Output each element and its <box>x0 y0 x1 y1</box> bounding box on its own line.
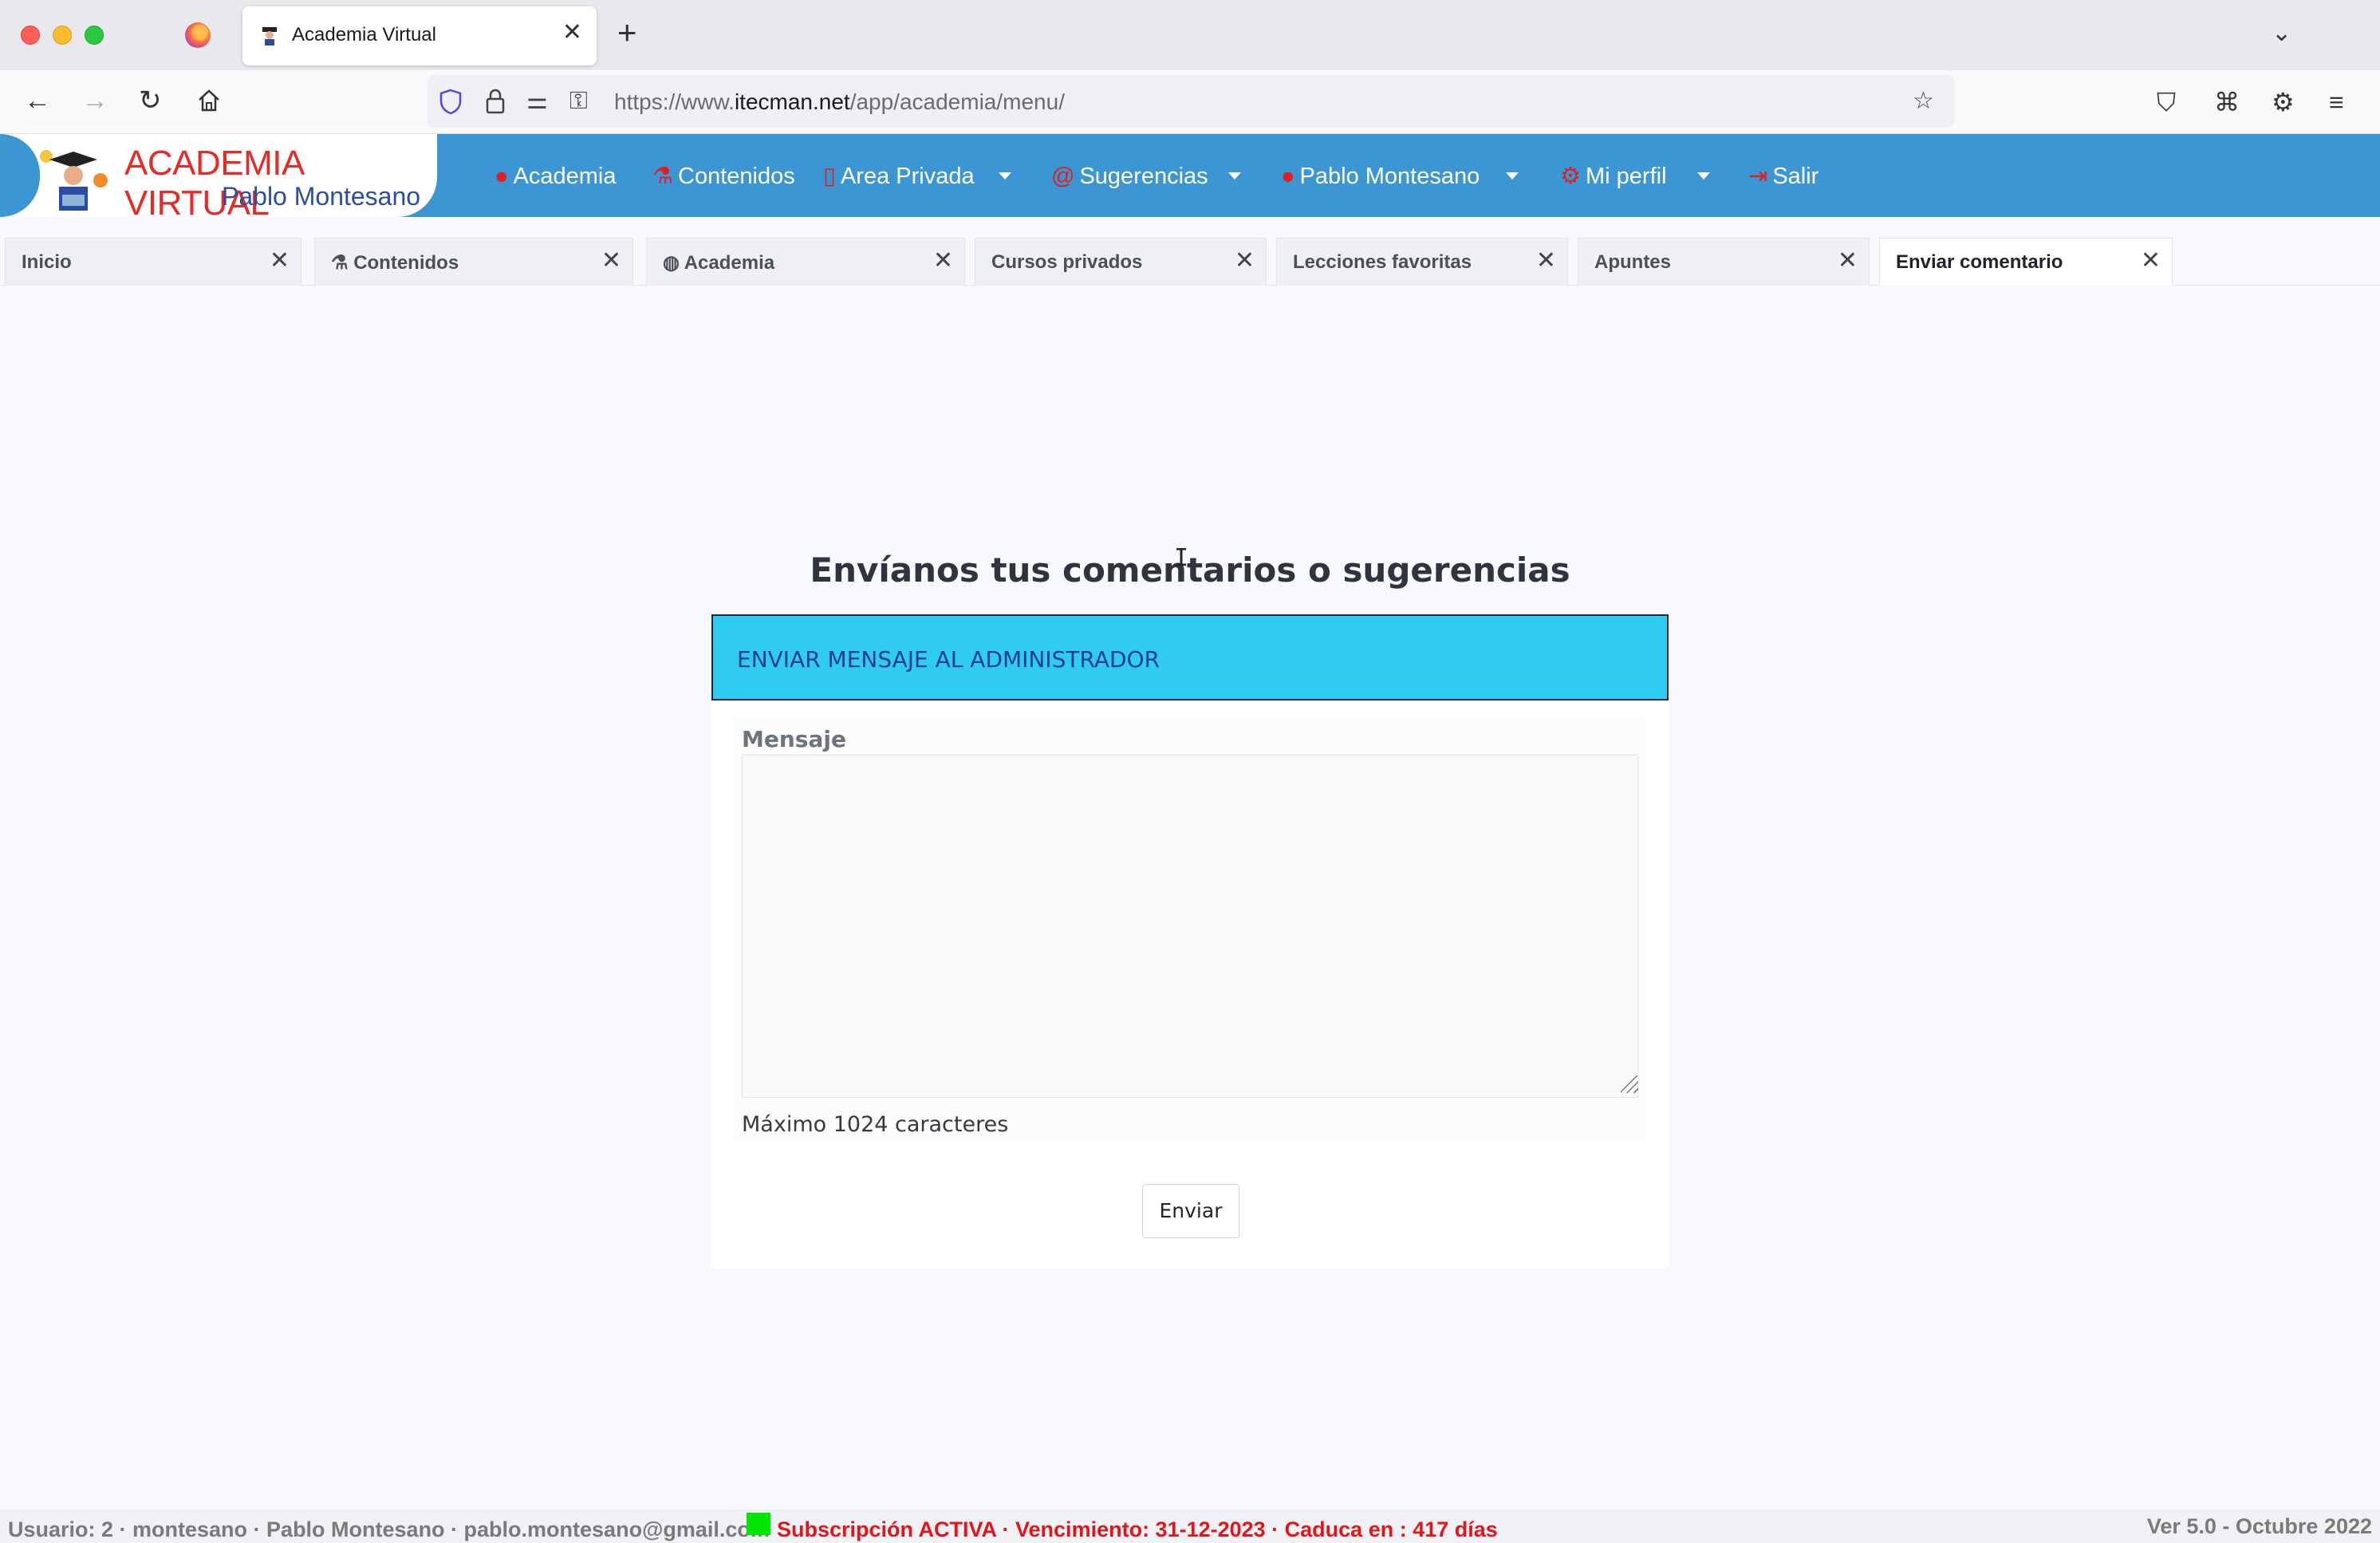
globe-icon: ◍ <box>663 252 684 274</box>
close-icon[interactable]: ✕ <box>2141 248 2161 274</box>
page-title: Envíanos tus comentarios o sugerencias <box>810 551 1570 590</box>
feedback-form-card: ENVIAR MENSAJE AL ADMINISTRADOR Mensaje … <box>711 614 1669 1269</box>
permissions-icon[interactable]: ⚌ <box>526 88 548 115</box>
message-textarea[interactable] <box>742 755 1638 1098</box>
flask-icon: ⚗ <box>652 164 673 189</box>
caret-down-icon[interactable] <box>1697 172 1710 180</box>
card-header: ENVIAR MENSAJE AL ADMINISTRADOR <box>711 614 1669 700</box>
tab-lecciones-favoritas[interactable]: Lecciones favoritas ✕ <box>1276 238 1568 286</box>
close-icon[interactable]: ✕ <box>1536 248 1556 274</box>
lock-icon[interactable] <box>485 88 506 115</box>
message-help-text: Máximo 1024 caracteres <box>742 1112 1009 1137</box>
tab-contenidos[interactable]: ⚗ Contenidos ✕ <box>314 238 633 286</box>
back-arrow-icon[interactable]: ← <box>24 85 51 116</box>
tab-enviar-comentario[interactable]: Enviar comentario ✕ <box>1879 238 2173 286</box>
shield-icon[interactable] <box>439 88 463 115</box>
menu-contenidos[interactable]: ⚗ Contenidos <box>652 163 795 190</box>
footer-version: Ver 5.0 - Octubre 2022 <box>2146 1514 2372 1538</box>
logo-subtitle: Pablo Montesano <box>222 182 421 211</box>
card-header-title: ENVIAR MENSAJE AL ADMINISTRADOR <box>737 646 1160 673</box>
send-button[interactable]: Enviar <box>1142 1184 1239 1238</box>
graduate-teacher-icon <box>40 150 108 211</box>
close-icon[interactable]: ✕ <box>1235 248 1255 274</box>
caret-down-icon[interactable] <box>999 172 1011 180</box>
globe-icon: ● <box>495 164 509 189</box>
command-icon[interactable]: ⌘ <box>2214 88 2240 116</box>
reload-icon[interactable]: ↻ <box>139 85 162 116</box>
address-bar[interactable]: ⚌ ⚿ https://www.itecman.net/app/academia… <box>428 75 1954 128</box>
key-icon[interactable]: ⚿ <box>569 88 588 115</box>
close-tab-icon[interactable]: ✕ <box>562 21 582 45</box>
message-label: Mensaje <box>742 726 846 752</box>
chevron-down-icon[interactable]: ⌄ <box>2272 19 2291 47</box>
close-icon[interactable]: ✕ <box>601 248 621 274</box>
menu-academia[interactable]: ● Academia <box>495 163 617 190</box>
browser-tab-title: Academia Virtual <box>292 24 436 45</box>
flask-icon: ⚗ <box>331 252 354 274</box>
hamburger-menu-icon[interactable]: ≡ <box>2329 88 2344 116</box>
graduate-favicon-icon <box>262 27 277 45</box>
home-icon[interactable] <box>196 88 222 113</box>
menu-area-privada[interactable]: ▯ Area Privada <box>823 163 975 190</box>
close-icon[interactable]: ✕ <box>270 248 290 274</box>
close-icon[interactable]: ✕ <box>933 248 953 274</box>
message-field-panel: Mensaje Máximo 1024 caracteres <box>734 718 1646 1141</box>
resize-grip-icon[interactable] <box>1621 1075 1638 1093</box>
tab-apuntes[interactable]: Apuntes ✕ <box>1578 238 1870 286</box>
extension-icon[interactable]: ⚙ <box>2272 88 2295 116</box>
firefox-icon <box>185 22 211 48</box>
subscription-status-indicator <box>747 1513 770 1535</box>
pocket-icon[interactable]: ⛉ <box>2157 88 2176 116</box>
sign-out-icon: ⇥ <box>1748 164 1768 189</box>
tab-inicio[interactable]: Inicio ✕ <box>5 238 301 286</box>
app-tabs: Inicio ✕ ⚗ Contenidos ✕ ◍ Academia ✕ Cur… <box>0 217 2380 286</box>
caret-down-icon[interactable] <box>1228 172 1241 180</box>
bookmark-icon: ▯ <box>823 164 836 189</box>
app-header: ACADEMIA VIRTUAL Pablo Montesano ● Academ… <box>0 134 2380 223</box>
user-icon: ● <box>1281 164 1295 189</box>
forward-arrow-icon[interactable]: → <box>81 85 108 116</box>
url-text[interactable]: https://www.itecman.net/app/academia/men… <box>614 89 1065 115</box>
close-window-button[interactable] <box>21 26 40 45</box>
logo[interactable]: ACADEMIA VIRTUAL Pablo Montesano <box>0 134 437 223</box>
menu-mi-perfil[interactable]: ⚙ Mi perfil <box>1560 163 1667 190</box>
at-icon: @ <box>1051 164 1075 189</box>
browser-titlebar: Academia Virtual ✕ + ⌄ <box>0 0 2380 70</box>
bookmark-star-icon[interactable]: ☆ <box>1913 88 1934 115</box>
menu-salir[interactable]: ⇥ Salir <box>1748 163 1818 190</box>
gears-icon: ⚙ <box>1560 164 1581 189</box>
tab-cursos-privados[interactable]: Cursos privados ✕ <box>975 238 1267 286</box>
footer-subscription: Subscripción ACTIVA · Vencimiento: 31-12… <box>777 1517 1498 1541</box>
footer-user-info: Usuario: 2 · montesano · Pablo Montesano… <box>8 1517 770 1541</box>
new-tab-button[interactable]: + <box>617 14 637 51</box>
browser-tab[interactable]: Academia Virtual ✕ <box>242 6 597 65</box>
menu-user[interactable]: ● Pablo Montesano <box>1281 163 1480 190</box>
text-cursor-icon: I <box>1174 544 1189 572</box>
minimize-window-button[interactable] <box>53 26 72 45</box>
close-icon[interactable]: ✕ <box>1838 248 1858 274</box>
caret-down-icon[interactable] <box>1506 172 1519 180</box>
status-footer: Usuario: 2 · montesano · Pablo Montesano… <box>0 1509 2380 1543</box>
tab-academia[interactable]: ◍ Academia ✕ <box>646 238 965 286</box>
menu-sugerencias[interactable]: @ Sugerencias <box>1051 163 1208 190</box>
maximize-window-button[interactable] <box>85 26 104 45</box>
